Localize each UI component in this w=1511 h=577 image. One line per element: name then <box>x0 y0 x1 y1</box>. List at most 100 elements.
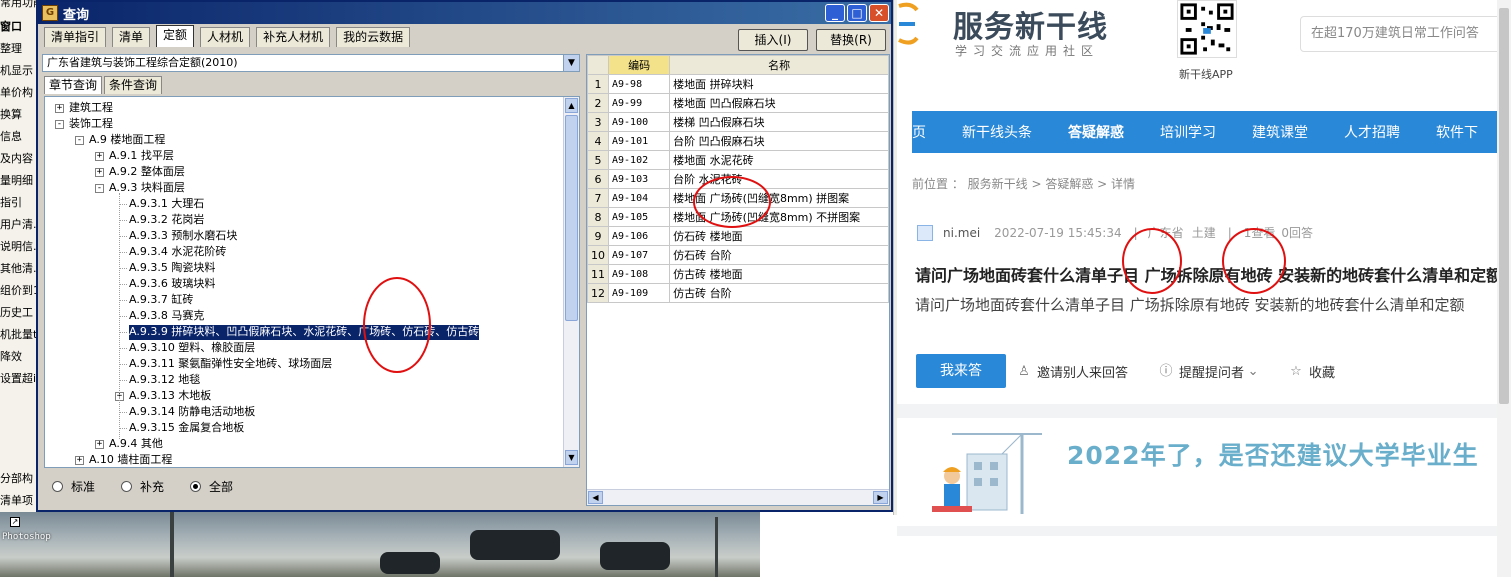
nav-item-4[interactable]: 建筑课堂 <box>1252 122 1308 142</box>
background-menu-item[interactable]: 用户清. <box>0 216 37 232</box>
expand-icon[interactable]: + <box>95 168 104 177</box>
row-name[interactable]: 楼梯 凹凸假麻石块 <box>669 112 889 132</box>
answer-button[interactable]: 我来答 <box>916 354 1006 388</box>
scroll-up-icon[interactable]: ▲ <box>565 98 578 113</box>
background-menu-item[interactable]: 历史工 <box>0 304 33 320</box>
radio-2[interactable]: 全部 <box>190 478 233 495</box>
row-name[interactable]: 楼地面 拼碎块料 <box>669 74 889 94</box>
radio-1[interactable]: 补充 <box>121 478 164 495</box>
radio-dot-icon[interactable] <box>121 481 133 492</box>
remind-asker-button[interactable]: ⓘ 提醒提问者 ⌄ <box>1159 362 1260 381</box>
author-name[interactable]: ni.mei <box>943 226 980 240</box>
background-menu-item[interactable]: 清单项 <box>0 492 33 508</box>
background-menu-item[interactable]: 换算 <box>0 106 22 122</box>
tree-node[interactable]: A.9.3.13 木地板 <box>129 389 211 404</box>
row-code[interactable]: A9-102 <box>607 150 671 170</box>
nav-item-1[interactable]: 新干线头条 <box>962 122 1032 142</box>
row-code[interactable]: A9-100 <box>607 112 671 132</box>
close-button[interactable]: ✕ <box>869 4 889 22</box>
background-menu-item[interactable]: 其他清. <box>0 260 37 276</box>
table-row[interactable]: 4 A9-101 台阶 凹凸假麻石块 <box>587 131 889 151</box>
background-menu-item[interactable]: 窗口 <box>0 18 22 34</box>
invite-answer-button[interactable]: ♙ 邀请别人来回答 <box>1017 362 1128 381</box>
tree-node[interactable]: A.9 楼地面工程 <box>89 133 165 148</box>
chapter-tree[interactable]: + 建筑工程 - 装饰工程 - A.9 楼地面工程 + A.9.1 找平层 + A.9.2 整体面… <box>44 96 580 468</box>
table-row[interactable]: 12 A9-109 仿古砖 台阶 <box>587 283 889 303</box>
grid-horizontal-scrollbar[interactable]: ◀ ▶ <box>587 489 889 505</box>
collapse-icon[interactable]: - <box>95 184 104 193</box>
tree-node[interactable]: A.9.3.8 马赛克 <box>129 309 204 324</box>
nav-item-2[interactable]: 答疑解惑 <box>1068 122 1124 142</box>
tree-node[interactable]: A.9.4 其他 <box>109 437 163 452</box>
row-code[interactable]: A9-109 <box>607 283 671 303</box>
maximize-button[interactable]: □ <box>847 4 867 22</box>
photoshop-shortcut-label[interactable]: Photoshop <box>2 532 51 542</box>
avatar[interactable] <box>917 224 933 241</box>
background-menu-item[interactable]: 降效 <box>0 348 22 364</box>
subtab-1[interactable]: 条件查询 <box>104 76 163 94</box>
row-code[interactable]: A9-104 <box>607 188 671 208</box>
tree-node[interactable]: A.9.3.7 缸砖 <box>129 293 193 308</box>
tab-5[interactable]: 我的云数据 <box>336 27 411 47</box>
radio-0[interactable]: 标准 <box>52 478 95 495</box>
tree-node[interactable]: A.9.3.15 金属复合地板 <box>129 421 244 436</box>
row-name[interactable]: 楼地面 凹凸假麻石块 <box>669 93 889 113</box>
tree-node[interactable]: A.9.3.6 玻璃块料 <box>129 277 215 292</box>
promo-banner[interactable]: 2022年了，是否还建议大学毕业生 <box>912 418 1511 526</box>
row-name[interactable]: 仿石砖 楼地面 <box>669 226 889 246</box>
radio-dot-icon[interactable] <box>52 481 63 492</box>
page-scrollbar[interactable] <box>1497 0 1511 577</box>
scroll-left-icon[interactable]: ◀ <box>588 491 603 504</box>
row-name[interactable]: 仿古砖 台阶 <box>669 283 889 303</box>
expand-icon[interactable]: + <box>95 440 104 449</box>
row-name[interactable]: 仿石砖 台阶 <box>669 245 889 265</box>
row-code[interactable]: A9-107 <box>607 245 671 265</box>
expand-icon[interactable]: + <box>55 104 64 113</box>
column-header-code[interactable]: 编码 <box>607 55 671 75</box>
table-row[interactable]: 3 A9-100 楼梯 凹凸假麻石块 <box>587 112 889 132</box>
tree-node[interactable]: A.9.3.3 预制水磨石块 <box>129 229 237 244</box>
tree-vertical-scrollbar[interactable]: ▲ ▼ <box>563 97 579 467</box>
table-row[interactable]: 1 A9-98 楼地面 拼碎块料 <box>587 74 889 94</box>
background-menu-item[interactable]: 机批量t <box>0 326 37 342</box>
chevron-down-icon[interactable]: ▼ <box>563 55 579 71</box>
row-code[interactable]: A9-98 <box>607 74 671 94</box>
site-logo[interactable]: 服务新干线 <box>953 2 1108 46</box>
shortcut-arrow-icon[interactable]: ↗ <box>10 517 20 527</box>
insert-button[interactable]: 插入(I) <box>738 29 808 51</box>
collapse-icon[interactable]: - <box>55 120 64 129</box>
tab-0[interactable]: 清单指引 <box>44 27 107 47</box>
table-row[interactable]: 9 A9-106 仿石砖 楼地面 <box>587 226 889 246</box>
tab-4[interactable]: 补充人材机 <box>256 27 331 47</box>
tree-node[interactable]: A.9.2 整体面层 <box>109 165 185 180</box>
subtab-0[interactable]: 章节查询 <box>44 76 103 94</box>
quota-grid[interactable]: 编码 名称 1 A9-98 楼地面 拼碎块料 2 A9-99 楼地面 凹凸假麻石块 3 A9-… <box>586 54 890 506</box>
quota-library-select[interactable]: 广东省建筑与装饰工程综合定额(2010) ▼ <box>42 54 580 72</box>
tree-node[interactable]: A.9.3.10 塑料、橡胶面层 <box>129 341 255 356</box>
background-menu-item[interactable]: 单价构 <box>0 84 33 100</box>
background-menu-item[interactable]: 机显示 <box>0 62 33 78</box>
tree-node[interactable]: A.9.3.11 聚氨酯弹性安全地砖、球场面层 <box>129 357 332 372</box>
scroll-thumb[interactable] <box>1499 8 1509 404</box>
row-code[interactable]: A9-108 <box>607 264 671 284</box>
tree-node[interactable]: A.9.3.5 陶瓷块料 <box>129 261 215 276</box>
expand-icon[interactable]: + <box>75 456 84 465</box>
scroll-thumb[interactable] <box>565 115 578 321</box>
background-menu-item[interactable]: 信息 <box>0 128 22 144</box>
scroll-right-icon[interactable]: ▶ <box>873 491 888 504</box>
row-name[interactable]: 台阶 凹凸假麻石块 <box>669 131 889 151</box>
background-menu-item[interactable]: 设置超i <box>0 370 36 386</box>
table-row[interactable]: 11 A9-108 仿古砖 楼地面 <box>587 264 889 284</box>
nav-item-5[interactable]: 人才招聘 <box>1344 122 1400 142</box>
tree-node[interactable]: A.9.3.12 地毯 <box>129 373 200 388</box>
nav-item-6[interactable]: 软件下 <box>1436 122 1478 142</box>
background-menu-item[interactable]: 分部构 <box>0 470 33 486</box>
collapse-icon[interactable]: - <box>75 136 84 145</box>
replace-button[interactable]: 替换(R) <box>816 29 886 51</box>
row-code[interactable]: A9-103 <box>607 169 671 189</box>
background-menu-item[interactable]: 整理 <box>0 40 22 56</box>
row-code[interactable]: A9-105 <box>607 207 671 227</box>
dialog-titlebar[interactable]: G 查询 <box>38 2 891 24</box>
background-menu-item[interactable]: 量明细 <box>0 172 33 188</box>
table-row[interactable]: 10 A9-107 仿石砖 台阶 <box>587 245 889 265</box>
